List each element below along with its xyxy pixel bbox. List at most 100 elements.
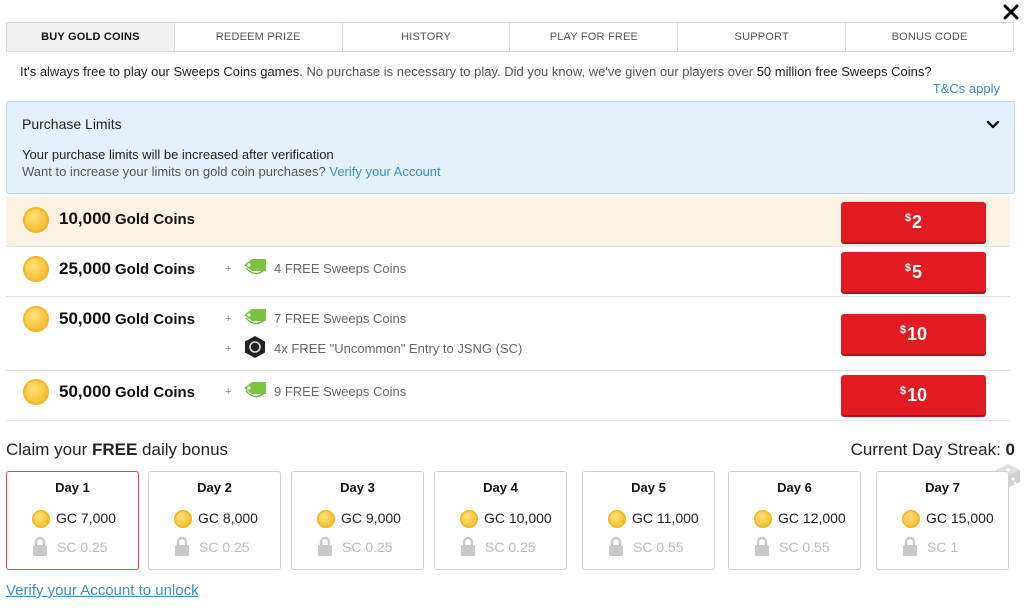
purchase-limits-question: Want to increase your limits on gold coi… (22, 164, 441, 179)
day-title: Day 6 (777, 480, 812, 495)
gold-coin-icon (23, 306, 49, 332)
day-card[interactable]: Day 3 GC 9,000 SC 0.25 (291, 471, 424, 570)
plus-sign: + (225, 313, 232, 325)
package-amount: 25,000 Gold Coins (59, 259, 195, 279)
purchase-limits-question-text: Want to increase your limits on gold coi… (22, 164, 326, 179)
gold-coin-icon (23, 207, 49, 233)
lock-icon (317, 536, 333, 556)
tab-buy-gold-coins[interactable]: BUY GOLD COINS (7, 23, 175, 51)
plus-sign: + (225, 386, 232, 398)
price-currency: $ (899, 385, 907, 397)
day-card[interactable]: Day 1 GC 7,000 SC 0.25 (6, 471, 139, 570)
package-amount: 10,000 Gold Coins (59, 209, 195, 229)
price-currency: $ (904, 262, 912, 274)
bonus-text: 4 FREE Sweeps Coins (274, 261, 407, 276)
plus-sign: + (225, 343, 232, 355)
bonus-text: 4x FREE "Uncommon" Entry to JSNG (SC) (274, 341, 523, 356)
lock-icon (174, 536, 190, 556)
day-sc: SC 0.55 (779, 539, 830, 555)
intro-part2: No purchase is necessary to play. Did yo… (302, 64, 757, 79)
gold-coin-icon (174, 510, 192, 528)
claim-bold: FREE (91, 440, 138, 459)
day-gc: GC 15,000 (926, 510, 994, 526)
day-sc: SC 0.25 (342, 539, 393, 555)
gold-coin-icon (317, 510, 335, 528)
package-amount-unit: Gold Coins (115, 261, 195, 278)
day-sc: SC 0.55 (633, 539, 684, 555)
day-gc: GC 11,000 (632, 510, 699, 526)
package-amount-value: 50,000 (59, 309, 111, 328)
gold-coin-icon (608, 510, 626, 528)
intro-part1: It's always free to play our Sweeps Coin… (20, 64, 303, 79)
streak-label: Current Day Streak: (850, 440, 1006, 459)
streak-value: 0 (1005, 440, 1015, 459)
day-gc: GC 12,000 (778, 510, 846, 526)
daily-bonus-heading: Claim your FREE daily bonus (6, 440, 228, 460)
purchase-limits-panel[interactable]: Purchase Limits Your purchase limits wil… (6, 101, 1015, 194)
package-row: 25,000 Gold Coins + 4 FREE Sweeps Coins $… (6, 247, 1010, 297)
day-card[interactable]: Day 6 GC 12,000 SC 0.55 (728, 471, 861, 570)
buy-button[interactable]: $10 (841, 314, 986, 354)
free-tag-icon (242, 308, 268, 326)
day-gc: GC 10,000 (484, 510, 552, 526)
free-tag-icon (242, 381, 268, 399)
lock-icon (460, 536, 476, 556)
day-gc: GC 8,000 (198, 510, 258, 526)
close-icon[interactable] (1002, 3, 1020, 21)
daily-bonus-days: Day 1 GC 7,000 SC 0.25 Day 2 GC 8,000 SC… (6, 471, 1015, 571)
tab-play-for-free[interactable]: PLAY FOR FREE (510, 23, 679, 51)
buy-button[interactable]: $10 (841, 375, 986, 415)
lock-icon (608, 536, 624, 556)
bonus-text: 9 FREE Sweeps Coins (274, 384, 407, 399)
price-value: 10 (907, 323, 928, 344)
tab-bonus-code[interactable]: BONUS CODE (846, 23, 1013, 51)
package-row: 10,000 Gold Coins $2 (6, 197, 1010, 247)
chevron-down-icon[interactable] (986, 118, 1000, 132)
buy-button[interactable]: $2 (841, 202, 986, 242)
day-card[interactable]: Day 7 GC 15,000 SC 1 (876, 471, 1009, 570)
lock-icon (754, 536, 770, 556)
day-streak: Current Day Streak: 0 (851, 440, 1015, 460)
day-sc: SC 0.25 (199, 539, 250, 555)
day-title: Day 2 (197, 480, 232, 495)
day-card[interactable]: Day 5 GC 11,000 SC 0.55 (582, 471, 715, 570)
day-title: Day 7 (925, 480, 960, 495)
plus-sign: + (225, 263, 232, 275)
package-amount-unit: Gold Coins (115, 384, 195, 401)
tournament-entry-icon (244, 335, 266, 359)
purchase-limits-title: Purchase Limits (22, 116, 122, 132)
package-amount-unit: Gold Coins (115, 311, 195, 328)
day-card[interactable]: Day 2 GC 8,000 SC 0.25 (148, 471, 281, 570)
price-currency: $ (904, 212, 912, 224)
buy-button[interactable]: $5 (841, 252, 986, 292)
price-currency: $ (899, 324, 907, 336)
package-row: 50,000 Gold Coins + 9 FREE Sweeps Coins $… (6, 371, 1010, 421)
price-value: 10 (907, 384, 928, 405)
free-tag-icon (242, 258, 268, 276)
bonus-text: 7 FREE Sweeps Coins (274, 311, 407, 326)
tcs-link[interactable]: T&Cs apply (933, 81, 1000, 96)
purchase-limits-note: Your purchase limits will be increased a… (22, 147, 334, 162)
gold-coin-icon (902, 510, 920, 528)
tab-bar: BUY GOLD COINS REDEEM PRIZE HISTORY PLAY… (6, 22, 1014, 52)
verify-account-link[interactable]: Verify your Account (329, 164, 440, 179)
tab-redeem-prize[interactable]: REDEEM PRIZE (174, 23, 343, 51)
claim-prefix: Claim your (6, 440, 92, 459)
day-card[interactable]: Day 4 GC 10,000 SC 0.25 (434, 471, 567, 570)
day-sc: SC 0.25 (485, 539, 536, 555)
day-gc: GC 7,000 (56, 510, 116, 526)
package-amount: 50,000 Gold Coins (59, 309, 195, 329)
day-title: Day 4 (483, 480, 518, 495)
gold-coin-icon (23, 379, 49, 405)
price-value: 5 (912, 261, 923, 282)
package-amount-value: 10,000 (59, 209, 111, 228)
package-list: 10,000 Gold Coins $2 25,000 Gold Coins + 4… (6, 197, 1012, 424)
day-gc: GC 9,000 (341, 510, 401, 526)
day-title: Day 5 (631, 480, 666, 495)
day-sc: SC 1 (927, 539, 959, 555)
intro-part3: 50 million free Sweeps Coins? (756, 64, 932, 79)
verify-unlock-link[interactable]: Verify your Account to unlock (6, 582, 199, 599)
package-amount: 50,000 Gold Coins (59, 382, 195, 402)
tab-history[interactable]: HISTORY (342, 23, 511, 51)
tab-support[interactable]: SUPPORT (678, 23, 847, 51)
